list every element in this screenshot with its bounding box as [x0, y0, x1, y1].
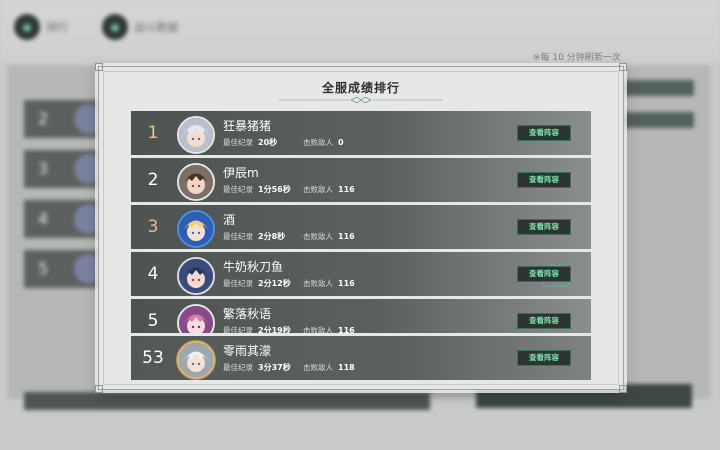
modal-title: 全服成绩排行	[321, 81, 400, 95]
background-rank-number: 5	[38, 259, 49, 278]
player-name: 酒	[223, 213, 236, 227]
title-divider-ornament	[279, 97, 443, 103]
view-lineup-button[interactable]: 查看阵容	[517, 313, 571, 329]
best-record-stat: 最佳纪录 20秒	[223, 137, 277, 148]
best-record-value: 3分37秒	[258, 363, 291, 372]
silver-hair-avatar[interactable]	[177, 116, 215, 154]
view-lineup-button[interactable]: 查看阵容	[517, 266, 571, 282]
best-record-stat: 最佳纪录 3分37秒	[223, 362, 291, 373]
background-tab-rank[interactable]: ◆ 排行	[14, 10, 68, 44]
best-record-label: 最佳纪录	[223, 232, 253, 241]
defeated-stat: 击败敌人 116	[303, 184, 355, 195]
best-record-label: 最佳纪录	[223, 138, 253, 147]
background-rank-number: 3	[38, 159, 49, 178]
rank-row: 4 牛奶秋刀鱼 最佳纪录 2分12秒 击败敌人 116 查看阵容	[131, 252, 591, 296]
view-lineup-button[interactable]: 查看阵容	[517, 350, 571, 366]
blonde-hair-avatar[interactable]	[177, 210, 215, 248]
background-rank-row[interactable]: 2	[24, 100, 104, 138]
brown-hair-avatar[interactable]	[177, 163, 215, 201]
white-hair-avatar[interactable]	[177, 341, 215, 379]
view-lineup-button[interactable]: 查看阵容	[517, 172, 571, 188]
rank-number: 4	[147, 264, 159, 284]
defeated-value: 118	[338, 363, 355, 372]
defeated-value: 116	[338, 232, 355, 241]
defeated-label: 击败敌人	[303, 138, 333, 147]
background-rank-row[interactable]: 4	[24, 200, 104, 238]
background-tab-label: 排行	[46, 21, 68, 34]
background-rank-number: 2	[38, 109, 49, 128]
defeated-stat: 击败敌人 0	[303, 137, 344, 148]
defeated-label: 击败敌人	[303, 279, 333, 288]
background-right-bar	[618, 80, 694, 96]
corner-ornament	[619, 63, 627, 71]
rank-row: 2 伊辰m 最佳纪录 1分56秒 击败敌人 116 查看阵容	[131, 158, 591, 202]
rank-number: 2	[147, 170, 159, 190]
player-name: 伊辰m	[223, 166, 259, 180]
rank-row: 3 酒 最佳纪录 2分8秒 击败敌人 116 查看阵容	[131, 205, 591, 249]
defeated-label: 击败敌人	[303, 232, 333, 241]
corner-ornament	[95, 63, 103, 71]
dark-hair-avatar[interactable]	[177, 257, 215, 295]
background-rank-row[interactable]: 5	[24, 250, 104, 288]
defeated-label: 击败敌人	[303, 185, 333, 194]
best-record-stat: 最佳纪录 1分56秒	[223, 184, 291, 195]
best-record-value: 1分56秒	[258, 185, 291, 194]
best-record-value: 2分8秒	[258, 232, 286, 241]
diamond-icon: ◆	[102, 14, 128, 40]
background-bottom-row	[24, 392, 430, 410]
background-tab-battle[interactable]: ◆ 战斗数据	[102, 10, 178, 44]
defeated-value: 0	[338, 138, 344, 147]
best-record-value: 2分12秒	[258, 279, 291, 288]
corner-ornament	[95, 385, 103, 393]
best-record-stat: 最佳纪录 2分12秒	[223, 278, 291, 289]
defeated-label: 击败敌人	[303, 363, 333, 372]
background-rank-row[interactable]: 3	[24, 150, 104, 188]
refresh-note: ※每 10 分钟刷新一次	[533, 53, 621, 63]
diamond-icon: ◆	[14, 14, 40, 40]
view-lineup-button[interactable]: 查看阵容	[517, 125, 571, 141]
background-tab-label: 战斗数据	[134, 21, 178, 34]
best-record-value: 20秒	[258, 138, 278, 147]
rank-number: 3	[147, 217, 159, 237]
best-record-label: 最佳纪录	[223, 279, 253, 288]
defeated-stat: 击败敌人 116	[303, 231, 355, 242]
player-name: 繁落秋语	[223, 307, 272, 321]
leaderboard-modal: 全服成绩排行 1 狂暴猪猪 最佳纪录 20秒 击败敌人 0 查看阵容 2 伊辰m 最…	[95, 63, 627, 393]
rank-row: 1 狂暴猪猪 最佳纪录 20秒 击败敌人 0 查看阵容	[131, 111, 591, 155]
view-lineup-button[interactable]: 查看阵容	[517, 219, 571, 235]
rank-number: 53	[142, 348, 164, 368]
best-record-stat: 最佳纪录 2分8秒	[223, 231, 285, 242]
background-rank-number: 4	[38, 209, 49, 228]
self-rank-row: 53 零雨其濛 最佳纪录 3分37秒 击败敌人 118 查看阵容	[131, 333, 591, 380]
background-right-bar	[618, 112, 694, 128]
rank-number: 1	[147, 123, 159, 143]
best-record-label: 最佳纪录	[223, 363, 253, 372]
defeated-value: 116	[338, 279, 355, 288]
best-record-label: 最佳纪录	[223, 185, 253, 194]
player-name: 狂暴猪猪	[223, 119, 272, 133]
defeated-stat: 击败敌人 116	[303, 278, 355, 289]
corner-ornament	[619, 385, 627, 393]
player-name: 牛奶秋刀鱼	[223, 260, 284, 274]
defeated-value: 116	[338, 185, 355, 194]
player-name: 零雨其濛	[223, 344, 272, 358]
defeated-stat: 击败敌人 118	[303, 362, 355, 373]
